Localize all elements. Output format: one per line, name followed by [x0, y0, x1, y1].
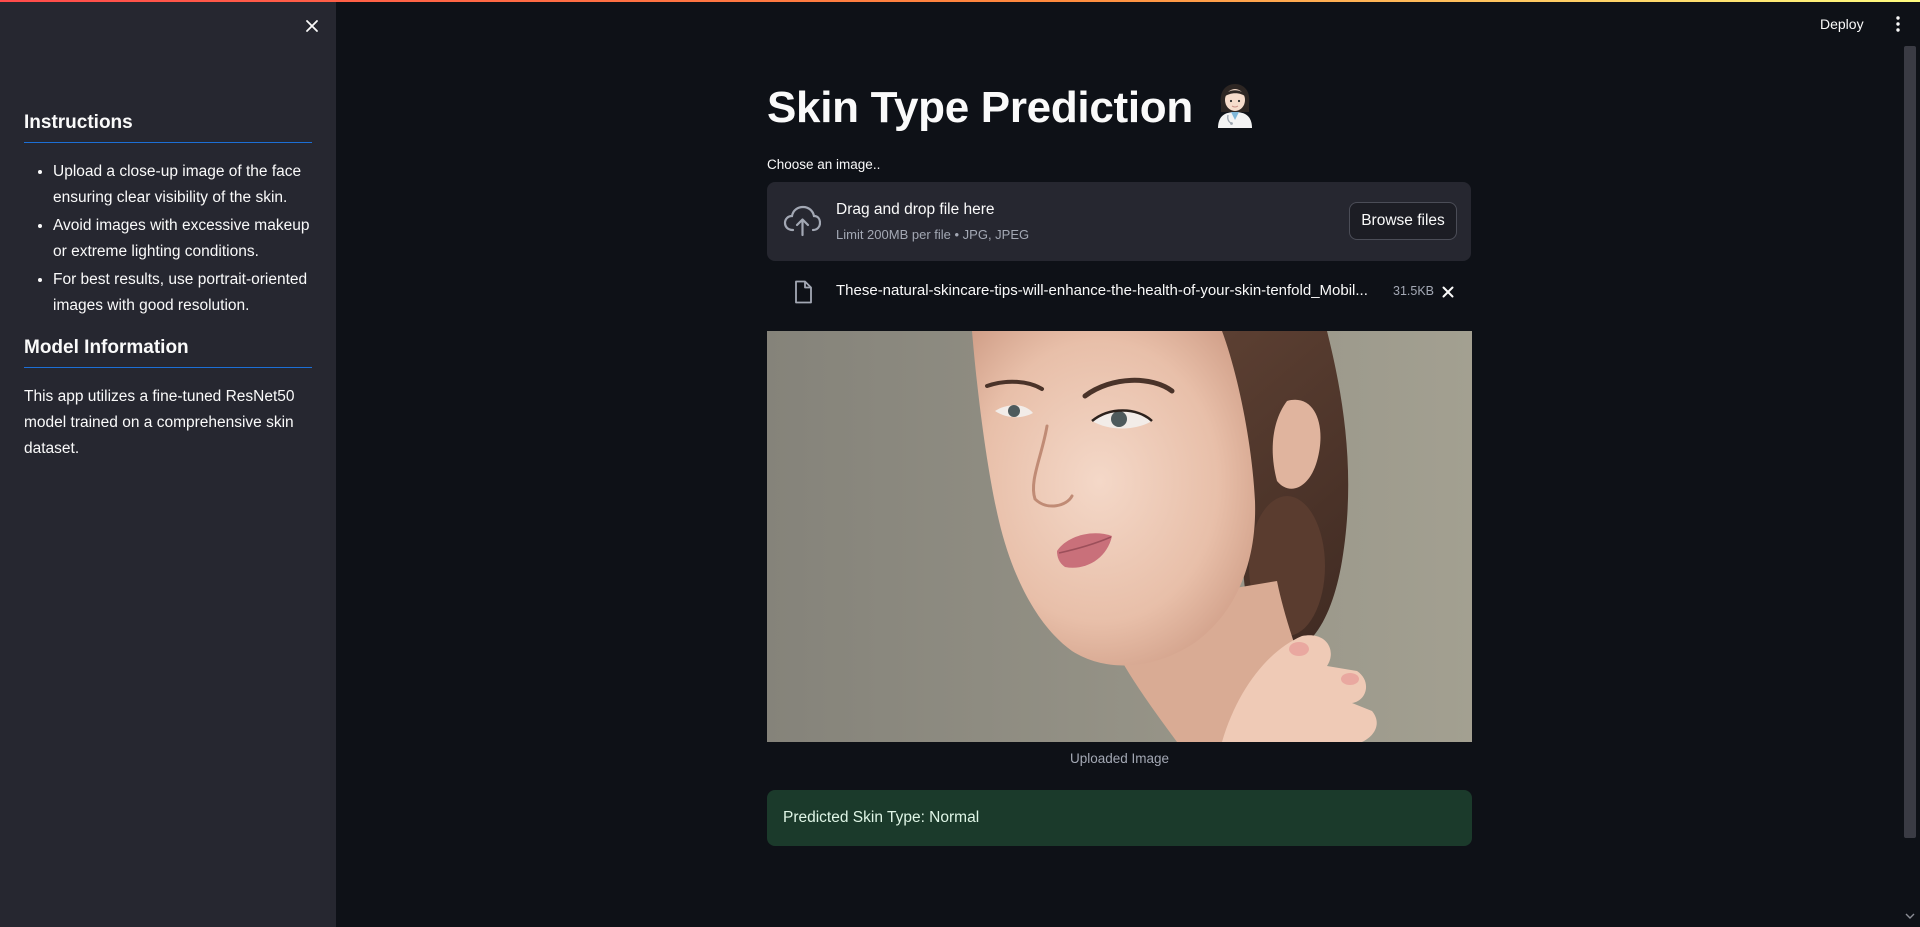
main-menu-button[interactable]	[1890, 12, 1906, 36]
deploy-button[interactable]: Deploy	[1820, 12, 1864, 36]
instructions-list: Upload a close-up image of the face ensu…	[24, 159, 312, 319]
portrait-photo-image	[767, 331, 1472, 742]
model-information-heading: Model Information	[24, 337, 312, 368]
chevron-down-icon	[1905, 913, 1915, 919]
sidebar-close-button[interactable]	[300, 14, 324, 38]
sidebar: Instructions Upload a close-up image of …	[0, 0, 336, 927]
scrollbar-thumb[interactable]	[1904, 46, 1916, 838]
uploaded-file-size: 31.5KB	[1393, 284, 1435, 298]
instruction-item: Avoid images with excessive makeup or ex…	[53, 213, 312, 265]
scroll-down-button[interactable]	[1904, 910, 1916, 922]
image-caption: Uploaded Image	[1069, 751, 1170, 766]
top-decoration-bar	[0, 0, 1920, 2]
dropzone-subtitle: Limit 200MB per file • JPG, JPEG	[836, 227, 1030, 242]
instruction-item: Upload a close-up image of the face ensu…	[53, 159, 312, 211]
file-icon	[795, 280, 812, 304]
main-content: Skin Type Prediction Choose an image.. D…	[767, 0, 1473, 927]
remove-file-button[interactable]	[1438, 282, 1458, 302]
prediction-success-alert: Predicted Skin Type: Normal	[767, 790, 1472, 846]
model-information-text: This app utilizes a fine-tuned ResNet50 …	[24, 388, 295, 457]
instructions-heading: Instructions	[24, 112, 312, 143]
vertical-dots-icon	[1896, 16, 1900, 32]
uploaded-image	[767, 331, 1472, 742]
health-worker-emoji-icon	[1215, 82, 1255, 128]
uploaded-file-name: These-natural-skincare-tips-will-enhance…	[836, 282, 1368, 299]
page-title-text: Skin Type Prediction	[767, 83, 1193, 132]
close-icon	[1442, 286, 1454, 298]
page-title: Skin Type Prediction	[767, 82, 1255, 133]
cloud-upload-icon	[783, 205, 821, 237]
dropzone-title: Drag and drop file here	[836, 201, 995, 218]
instruction-item: For best results, use portrait-oriented …	[53, 267, 312, 319]
close-icon	[306, 20, 318, 32]
browse-files-button[interactable]: Browse files	[1349, 202, 1457, 240]
file-dropzone[interactable]: Drag and drop file here Limit 200MB per …	[767, 182, 1471, 261]
uploader-label: Choose an image..	[767, 157, 881, 172]
uploaded-file-row: These-natural-skincare-tips-will-enhance…	[767, 274, 1471, 310]
sidebar-content: Instructions Upload a close-up image of …	[24, 112, 312, 462]
